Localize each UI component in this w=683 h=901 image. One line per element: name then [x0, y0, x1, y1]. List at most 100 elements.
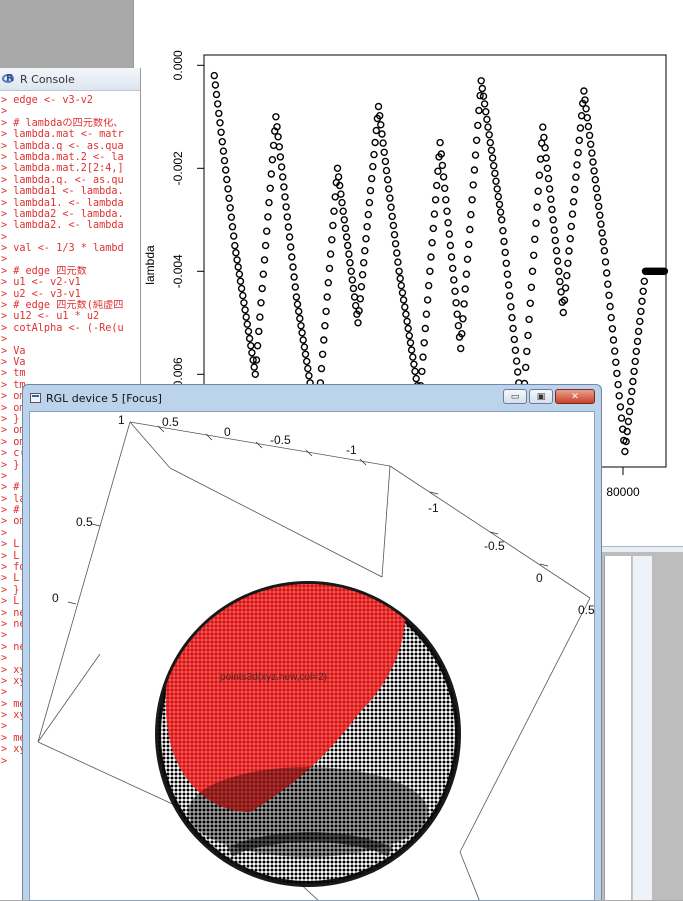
scatter-point	[282, 203, 290, 211]
scatter-point	[297, 322, 305, 330]
scatter-point	[446, 241, 455, 250]
scatter-point	[533, 203, 541, 211]
scatter-point	[632, 347, 640, 356]
scatter-point	[426, 267, 434, 275]
scatter-point	[631, 357, 639, 366]
scatter-point	[494, 192, 502, 201]
scatter-point	[510, 335, 518, 344]
scatter-point	[284, 223, 293, 231]
rgl-titlebar[interactable]: RGL device 5 [Focus] ▭ ▣ ✕	[23, 385, 601, 411]
minimize-button[interactable]: ▭	[503, 389, 527, 404]
scatter-point	[534, 187, 542, 195]
scatter-point	[255, 327, 263, 336]
scatter-point	[492, 177, 500, 185]
scatter-point	[484, 123, 492, 131]
x-tick-label: 80000	[606, 485, 640, 499]
scatter-point	[409, 353, 417, 361]
scatter-point	[502, 259, 510, 267]
scatter-point	[349, 284, 358, 293]
scatter-point	[389, 221, 398, 230]
scatter-point	[330, 207, 338, 215]
axis-ticks	[67, 425, 549, 605]
scatter-point	[543, 164, 552, 173]
scatter-point	[462, 270, 471, 278]
scatter-point	[544, 174, 553, 183]
scatter-point	[551, 236, 559, 245]
rgl-device-window[interactable]: RGL device 5 [Focus] ▭ ▣ ✕ 1 0.5 0 -0.5 …	[22, 384, 602, 901]
scatter-point	[429, 224, 437, 233]
scatter-point	[219, 147, 228, 155]
scatter-point	[624, 417, 633, 426]
scatter-point	[258, 284, 266, 293]
scatter-point	[629, 377, 637, 386]
scatter-point	[607, 313, 615, 322]
point-sphere: points3d(xyz.new,col=2)	[155, 581, 461, 887]
scatter-point	[436, 138, 444, 147]
console-line: > lambda2. <- lambda	[1, 220, 124, 232]
scatter-point	[514, 368, 522, 376]
scatter-point	[457, 344, 465, 353]
scatter-point	[471, 151, 480, 159]
scatter-point	[614, 380, 622, 389]
axis-label: 0	[224, 425, 231, 439]
scatter-point	[498, 216, 506, 224]
scatter-point	[567, 222, 575, 231]
scatter-point	[378, 130, 386, 138]
scatter-point	[358, 271, 367, 279]
scatter-point	[421, 324, 429, 333]
scatter-point	[247, 342, 255, 350]
scatter-point	[628, 387, 636, 396]
scatter-point	[485, 131, 493, 139]
scatter-point	[244, 327, 253, 336]
scatter-point	[617, 414, 626, 422]
scatter-point	[523, 347, 531, 356]
scatter-point	[347, 267, 355, 275]
console-line: >	[1, 231, 8, 243]
scatter-point	[463, 255, 472, 263]
scatter-point	[633, 337, 642, 346]
scatter-point	[300, 343, 309, 351]
scatter-point	[503, 270, 512, 278]
scatter-point	[588, 149, 596, 157]
scatter-point	[568, 210, 577, 218]
scatter-point	[496, 208, 505, 216]
scatter-point	[407, 346, 416, 354]
console-titlebar[interactable]: R R Console	[0, 68, 140, 91]
scatter-point	[431, 196, 440, 204]
scatter-point	[639, 287, 647, 295]
y-tick-label: -0.004	[171, 254, 185, 288]
scatter-point	[587, 140, 595, 149]
scatter-point	[386, 194, 394, 202]
scatter-point	[290, 273, 298, 281]
scatter-point	[217, 128, 225, 137]
scatter-point	[480, 100, 489, 108]
console-title: R Console	[20, 72, 75, 86]
scatter-point	[366, 186, 375, 195]
scatter-point	[572, 173, 580, 181]
scatter-point	[599, 238, 607, 246]
scatter-point	[232, 248, 240, 257]
scatter-point	[536, 155, 545, 163]
r-logo-icon: R	[2, 73, 16, 85]
maximize-button[interactable]: ▣	[529, 389, 553, 404]
scatter-point	[459, 315, 467, 323]
close-button[interactable]: ✕	[555, 389, 595, 404]
scatter-point	[394, 258, 402, 266]
scatter-point	[600, 246, 609, 255]
scatter-point	[606, 302, 614, 311]
rgl-canvas[interactable]: 1 0.5 0 -0.5 -1 -1 -0.5 0 0.5 0.5 0 poin…	[29, 411, 595, 901]
scatter-point	[237, 284, 246, 293]
console-line: >	[1, 334, 8, 346]
panel	[632, 556, 652, 900]
scatter-point	[605, 291, 613, 299]
scatter-point	[301, 350, 310, 358]
scatter-point	[443, 207, 451, 215]
scatter-point	[291, 283, 300, 291]
scatter-point	[395, 267, 403, 275]
scatter-point	[419, 353, 427, 361]
scatter-point	[483, 115, 491, 124]
scatter-point	[396, 274, 404, 283]
rgl-3d-scene[interactable]: 1 0.5 0 -0.5 -1 -1 -0.5 0 0.5 0.5 0 poin…	[30, 412, 595, 901]
scatter-point	[257, 299, 265, 307]
scatter-point	[571, 185, 579, 194]
